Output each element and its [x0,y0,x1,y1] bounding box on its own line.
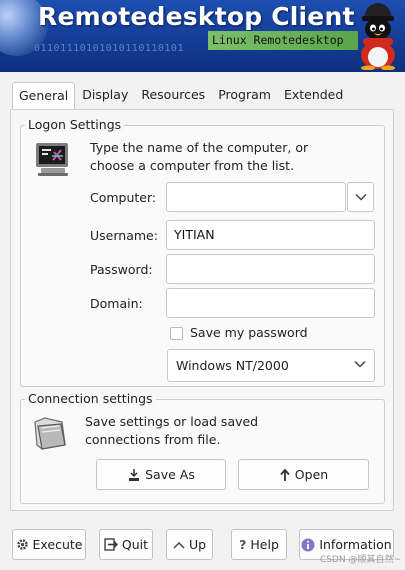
domain-input[interactable] [166,288,375,318]
open-label: Open [294,467,329,482]
save-password-checkbox[interactable] [170,327,183,340]
domain-label: Domain: [90,296,143,311]
os-version-value: Windows NT/2000 [176,358,289,373]
os-version-select[interactable]: Windows NT/2000 [167,349,375,382]
banner-binary-text: 01101110101010110110101 [34,43,184,54]
chevron-down-icon [354,360,366,368]
chevron-down-icon [354,193,367,201]
execute-label: Execute [32,537,83,552]
csdn-watermark: CSDN @顺其自然~ [319,555,401,565]
computer-input[interactable] [166,182,346,212]
tab-extended[interactable]: Extended [278,82,349,109]
help-label: Help [250,537,279,552]
save-disk-icon [129,468,140,481]
general-tab-panel: Logon Settings Type the name of the comp… [10,109,394,511]
gear-icon [16,539,28,550]
info-icon [301,538,315,551]
exit-icon [104,538,118,551]
save-as-button[interactable]: Save As [96,459,226,490]
chevron-up-icon [173,541,185,549]
tab-general[interactable]: General [12,82,76,111]
connection-settings-group: Connection settings Save settings or loa… [20,391,385,504]
up-button[interactable]: Up [166,529,213,560]
question-mark-icon: ? [239,537,247,552]
logon-description-line2: choose a computer from the list. [90,158,295,173]
computer-label: Computer: [90,190,157,205]
logon-settings-title: Logon Settings [25,117,125,132]
execute-button[interactable]: Execute [12,529,86,560]
help-button[interactable]: ? Help [231,529,287,560]
tab-display[interactable]: Display [76,82,134,109]
quit-label: Quit [121,537,149,552]
computer-dropdown-button[interactable] [347,182,374,212]
logon-description: Type the name of the computer, or choose… [90,139,308,175]
quit-button[interactable]: Quit [99,529,153,560]
app-banner: 01101110101010110110101 Remotedesktop Cl… [0,0,405,72]
information-label: Information [319,537,392,552]
save-password-label: Save my password [190,325,308,340]
folder-icon [34,417,66,450]
open-button[interactable]: Open [238,459,369,490]
computer-monitor-icon [36,143,68,176]
up-label: Up [188,537,207,552]
password-label: Password: [90,262,153,277]
connection-description-line1: Save settings or load saved [85,414,259,429]
banner-subtitle: Linux Remotedesktop [208,31,358,50]
password-input[interactable] [166,254,375,284]
logon-description-line1: Type the name of the computer, or [90,140,309,155]
banner-title: Remotedesktop Client [38,2,355,31]
username-label: Username: [90,228,158,243]
tux-penguin-icon [361,3,395,70]
tab-bar: General Display Resources Program Extend… [12,82,350,111]
connection-settings-title: Connection settings [25,391,156,406]
tab-resources[interactable]: Resources [135,82,211,109]
connection-description-line2: connections from file. [85,432,221,447]
username-input[interactable]: YITIAN [166,220,375,250]
tab-program[interactable]: Program [212,82,277,109]
upload-arrow-icon [280,468,290,481]
connection-description: Save settings or load saved connections … [85,413,258,449]
logon-settings-group: Logon Settings Type the name of the comp… [20,117,385,387]
save-as-label: Save As [145,467,195,482]
